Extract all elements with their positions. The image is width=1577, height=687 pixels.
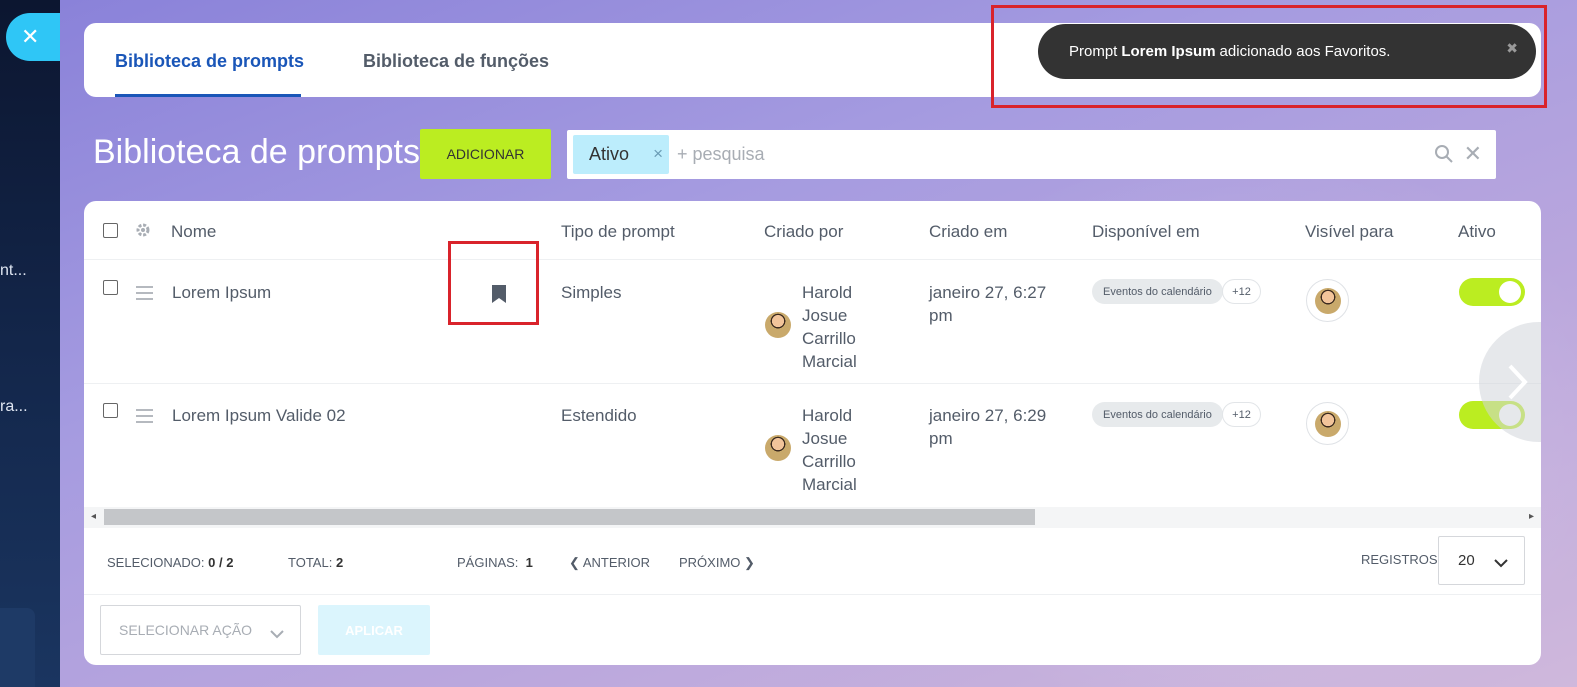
avatar[interactable] — [765, 435, 791, 461]
filter-chip-label: Ativo — [589, 144, 630, 164]
gear-icon[interactable] — [134, 221, 152, 244]
highlight-frame-bookmark — [448, 241, 539, 325]
chevron-down-icon — [270, 626, 284, 642]
search-bar[interactable]: Ativo × + pesquisa ✕ — [567, 130, 1496, 179]
highlight-frame-toast — [991, 5, 1547, 108]
search-icon[interactable] — [1434, 144, 1454, 169]
select-all-checkbox[interactable] — [103, 223, 118, 238]
tab-function-library[interactable]: Biblioteca de funções — [363, 51, 549, 72]
left-panel-block — [0, 608, 35, 687]
availability-more-badge[interactable]: +12 — [1222, 279, 1261, 304]
row-name[interactable]: Lorem Ipsum — [172, 281, 271, 304]
scroll-right-arrow-icon[interactable]: ▸ — [1529, 511, 1534, 522]
records-per-page-select[interactable]: 20 — [1438, 536, 1525, 585]
avatar — [1315, 411, 1341, 437]
availability-tag[interactable]: Eventos do calendário — [1092, 279, 1223, 304]
column-header-created-by[interactable]: Criado por — [764, 222, 843, 242]
left-panel-text-fragment: ra... — [0, 398, 28, 415]
total-count: TOTAL: 2 — [288, 555, 344, 570]
row-created-at: janeiro 27, 6:29 pm — [929, 406, 1047, 448]
avatar[interactable] — [765, 312, 791, 338]
left-panel-text-fragment: nt... — [0, 262, 27, 279]
row-created-at: janeiro 27, 6:27 pm — [929, 283, 1047, 325]
availability-tag[interactable]: Eventos do calendário — [1092, 402, 1223, 427]
visible-to-avatar[interactable] — [1306, 402, 1349, 445]
column-header-visible-to[interactable]: Visível para — [1305, 222, 1394, 242]
previous-page-link[interactable]: ❮ ANTERIOR — [569, 555, 650, 571]
drag-handle-icon[interactable] — [136, 409, 153, 427]
row-checkbox[interactable] — [103, 280, 118, 295]
scrollbar-thumb[interactable] — [104, 509, 1035, 525]
chevron-down-icon — [1494, 555, 1508, 573]
chip-remove-icon[interactable]: × — [653, 144, 663, 164]
avatar — [1315, 288, 1341, 314]
horizontal-scrollbar[interactable]: ◂ ▸ — [84, 507, 1541, 528]
close-slider-button[interactable]: ✕ — [6, 13, 60, 61]
left-background-panel: nt... ra... — [0, 0, 60, 687]
action-select[interactable]: SELECIONAR AÇÃO — [100, 605, 301, 655]
chevron-right-icon: ❯ — [744, 555, 755, 570]
search-input[interactable]: + pesquisa — [677, 144, 765, 165]
column-header-active[interactable]: Ativo — [1458, 222, 1496, 242]
filter-chip-active[interactable]: Ativo × — [573, 135, 669, 174]
apply-button[interactable]: APLICAR — [318, 605, 430, 655]
row-prompt-type: Estendido — [561, 406, 637, 425]
pages-count: PÁGINAS: 1 — [457, 555, 533, 570]
add-button[interactable]: ADICIONAR — [420, 129, 551, 179]
column-header-prompt-type[interactable]: Tipo de prompt — [561, 222, 675, 242]
availability-more-badge[interactable]: +12 — [1222, 402, 1261, 427]
active-toggle[interactable] — [1459, 278, 1525, 306]
column-header-available-in[interactable]: Disponível em — [1092, 222, 1200, 242]
row-created-by[interactable]: Harold Josue Carrillo Marcial — [802, 404, 857, 496]
row-divider — [84, 259, 1541, 260]
footer-divider — [84, 594, 1541, 595]
active-tab-underline — [115, 94, 301, 97]
chevron-left-icon: ❮ — [569, 555, 580, 570]
next-page-link[interactable]: PRÓXIMO ❯ — [679, 555, 755, 571]
page-title: Biblioteca de prompts — [93, 133, 420, 171]
row-created-by[interactable]: Harold Josue Carrillo Marcial — [802, 281, 857, 373]
prompts-grid: Nome Tipo de prompt Criado por Criado em… — [84, 201, 1541, 665]
close-icon: ✕ — [21, 24, 40, 49]
records-per-page-value: 20 — [1458, 552, 1475, 569]
row-divider — [84, 383, 1541, 384]
action-select-placeholder: SELECIONAR AÇÃO — [119, 622, 253, 638]
drag-handle-icon[interactable] — [136, 286, 153, 304]
row-checkbox[interactable] — [103, 403, 118, 418]
records-label: REGISTROS: — [1361, 552, 1442, 567]
column-header-name[interactable]: Nome — [171, 222, 216, 242]
selected-count: SELECIONADO: 0 / 2 — [107, 555, 234, 570]
tab-prompt-library[interactable]: Biblioteca de prompts — [115, 51, 304, 72]
row-prompt-type: Simples — [561, 283, 622, 302]
row-name[interactable]: Lorem Ipsum Valide 02 — [172, 404, 346, 427]
visible-to-avatar[interactable] — [1306, 279, 1349, 322]
scroll-left-arrow-icon[interactable]: ◂ — [91, 511, 96, 522]
clear-search-icon[interactable]: ✕ — [1464, 141, 1482, 167]
chevron-right-icon — [1508, 364, 1528, 400]
column-header-created-at[interactable]: Criado em — [929, 222, 1007, 242]
